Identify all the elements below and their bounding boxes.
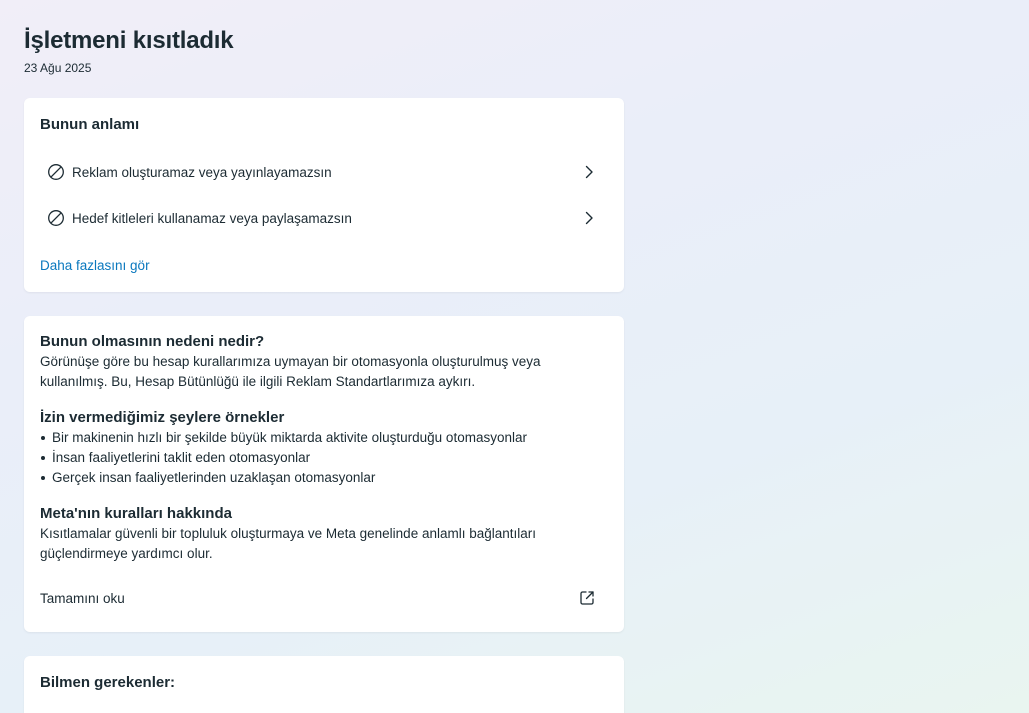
need-to-know-card: Bilmen gerekenler: [24,656,624,713]
external-link-icon [578,589,596,607]
meaning-item-label: Hedef kitleleri kullanamaz veya paylaşam… [72,210,352,226]
read-all-label: Tamamını oku [40,590,125,606]
rules-heading: Meta'nın kuralları hakkında [40,505,232,522]
read-all-link[interactable]: Tamamını oku [40,586,608,610]
reason-heading: Bunun olmasının nedeni nedir? [40,333,265,350]
examples-list: Bir makinenin hızlı bir şekilde büyük mi… [40,428,527,488]
chevron-right-icon [582,211,596,225]
meaning-item-create-ads[interactable]: Reklam oluşturamaz veya yayınlayamazsın [40,152,608,192]
meaning-item-label: Reklam oluşturamaz veya yayınlayamazsın [72,164,332,180]
meaning-heading: Bunun anlamı [40,116,140,133]
see-more-link[interactable]: Daha fazlasını gör [40,258,150,273]
page-title: İşletmeni kısıtladık [24,27,234,54]
need-to-know-heading: Bilmen gerekenler: [40,674,176,691]
list-item: İnsan faaliyetlerini taklit eden otomasy… [40,448,527,468]
examples-heading: İzin vermediğimiz şeylere örnekler [40,409,285,426]
meaning-item-audiences[interactable]: Hedef kitleleri kullanamaz veya paylaşam… [40,198,608,238]
reason-card: Bunun olmasının nedeni nedir? Görünüşe g… [24,316,624,632]
restriction-date: 23 Ağu 2025 [24,61,92,75]
ban-icon [47,163,65,181]
rules-text: Kısıtlamalar güvenli bir topluluk oluştu… [40,526,537,561]
meaning-card: Bunun anlamı Reklam oluşturamaz veya yay… [24,98,624,292]
chevron-right-icon [582,165,596,179]
list-item: Bir makinenin hızlı bir şekilde büyük mi… [40,428,527,448]
ban-icon [47,209,65,227]
reason-text: Görünüşe göre bu hesap kurallarımıza uym… [40,354,541,389]
list-item: Gerçek insan faaliyetlerinden uzaklaşan … [40,468,527,488]
